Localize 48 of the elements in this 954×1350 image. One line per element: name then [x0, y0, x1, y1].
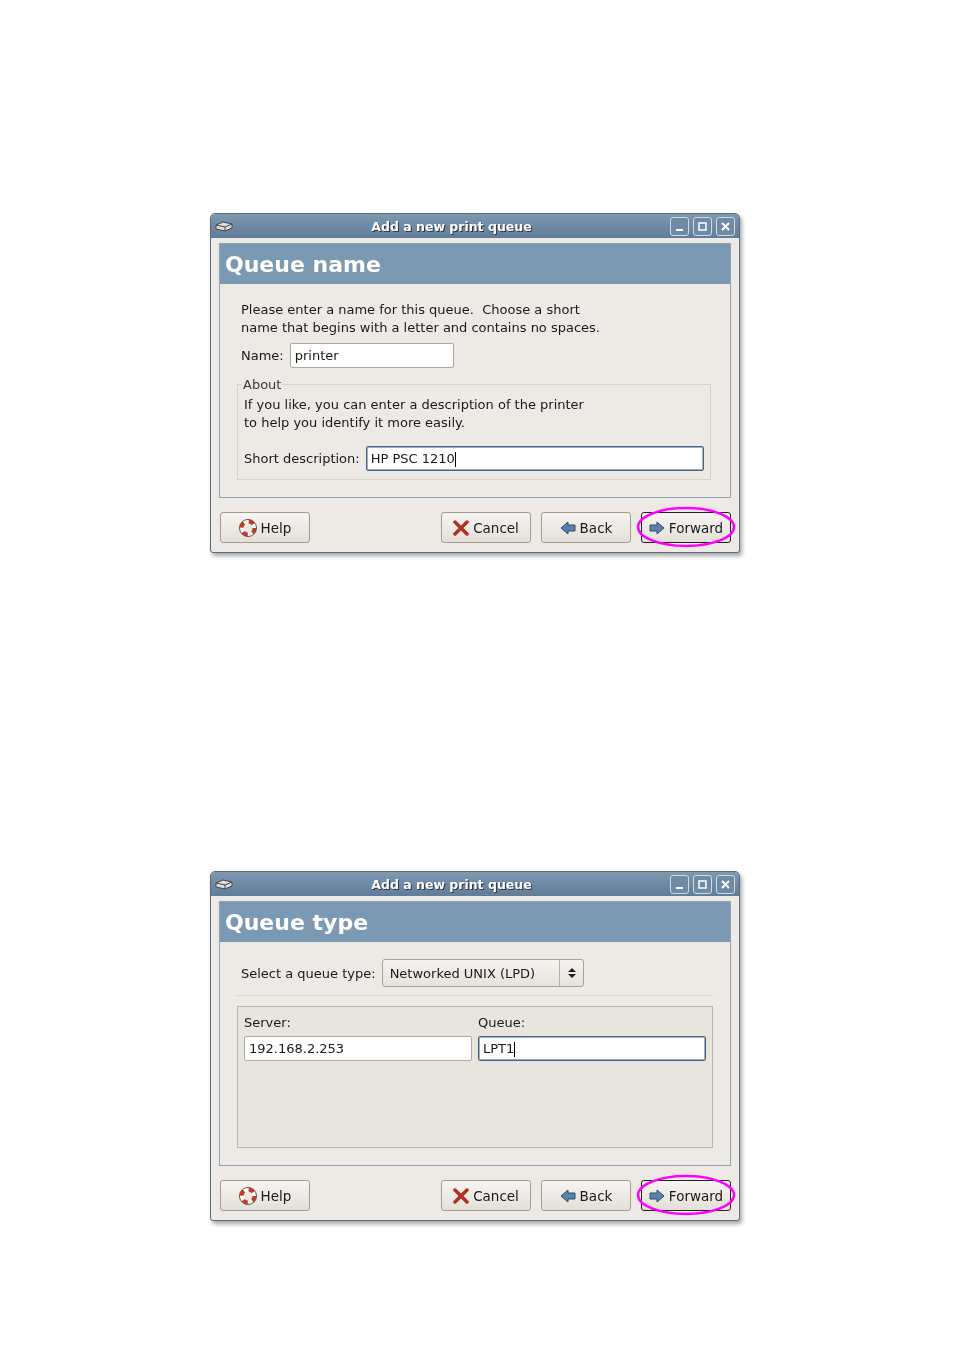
minimize-button[interactable] — [670, 874, 689, 894]
spinner-arrows-icon — [567, 967, 576, 979]
name-field[interactable]: printer — [289, 343, 454, 368]
lifebuoy-icon — [238, 1186, 257, 1205]
field-label: Select a queue type: — [241, 965, 376, 981]
field-label: Queue: — [478, 1015, 527, 1030]
close-button[interactable] — [716, 216, 735, 236]
back-button[interactable]: Back — [541, 1180, 631, 1211]
left-arrow-icon — [559, 1188, 576, 1203]
queue-type-dropdown[interactable]: Networked UNIX (LPD) — [381, 959, 584, 987]
cross-icon — [453, 519, 470, 536]
back-button[interactable]: Back — [541, 512, 631, 543]
page-heading: Queue type — [220, 902, 730, 942]
queue-field[interactable]: LPT1 — [478, 1036, 706, 1061]
close-icon — [721, 221, 730, 231]
instruction-text: Please enter a name for this queue. Choose a short name that begins with a letter and contains no spaces. — [241, 301, 601, 337]
frame-title: About — [242, 377, 283, 392]
right-arrow-icon — [648, 520, 665, 535]
printer-icon — [215, 878, 233, 890]
close-icon — [721, 879, 730, 889]
close-button[interactable] — [716, 874, 735, 894]
cancel-button[interactable]: Cancel — [441, 1180, 531, 1211]
minimize-icon — [676, 886, 683, 889]
help-button[interactable]: Help — [220, 1180, 310, 1211]
window-title: Add a new print queue — [370, 218, 533, 234]
page-heading: Queue name — [220, 244, 730, 284]
minimize-icon — [676, 228, 683, 231]
server-field[interactable]: 192.168.2.253 — [244, 1036, 472, 1061]
printer-icon — [215, 220, 233, 232]
maximize-icon — [698, 221, 707, 231]
cancel-button[interactable]: Cancel — [441, 512, 531, 543]
cross-icon — [453, 1187, 470, 1204]
lifebuoy-icon — [238, 518, 257, 537]
description-field[interactable]: HP PSC 1210 — [365, 446, 704, 471]
maximize-button[interactable] — [693, 216, 712, 236]
minimize-button[interactable] — [670, 216, 689, 236]
forward-button[interactable]: Forward — [641, 512, 731, 543]
maximize-icon — [698, 879, 707, 889]
maximize-button[interactable] — [693, 874, 712, 894]
window-title: Add a new print queue — [370, 876, 533, 892]
description-text: If you like, you can enter a description of the printer to help you identify it more easily. — [244, 396, 585, 432]
field-label: Server: — [244, 1015, 292, 1030]
right-arrow-icon — [648, 1188, 665, 1203]
left-arrow-icon — [559, 520, 576, 535]
forward-button[interactable]: Forward — [641, 1180, 731, 1211]
help-button[interactable]: Help — [220, 512, 310, 543]
field-label: Short description: — [244, 451, 360, 466]
field-label: Name: — [241, 348, 284, 363]
